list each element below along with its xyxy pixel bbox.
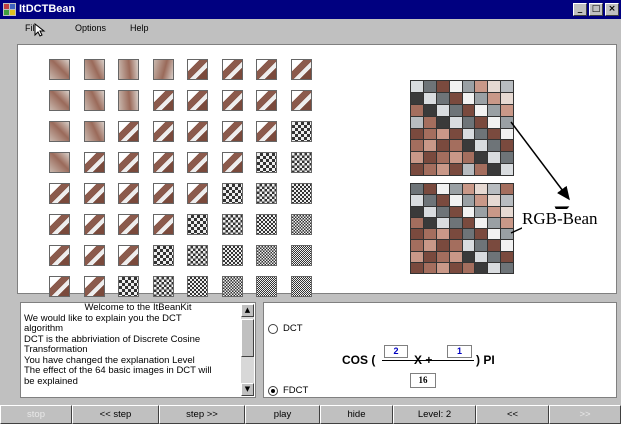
explanation-line: The effect of the 64 basic images in DCT… — [24, 365, 212, 376]
radio-dct-label: DCT — [283, 323, 303, 334]
play-button[interactable]: play — [245, 405, 320, 424]
menu-bar: File Options Help — [0, 19, 621, 37]
cos-label: COS ( — [342, 353, 376, 367]
menu-help[interactable]: Help — [130, 23, 149, 34]
close-button[interactable]: × — [605, 3, 619, 16]
explanation-textarea[interactable]: Welcome to the ItBeanKit We would like t… — [20, 302, 256, 398]
stop-button[interactable]: stop — [0, 405, 72, 424]
control-toolbar: stop << step step >> play hide Level: 2 … — [0, 405, 621, 424]
numerator-a-input[interactable]: 2 — [384, 345, 408, 358]
pi-label: ) PI — [476, 353, 495, 367]
window-title: ItDCTBean — [19, 3, 76, 15]
minimize-button[interactable]: _ — [573, 3, 587, 16]
explanation-line: be explained — [24, 375, 78, 387]
transform-panel: DCT FDCT COS ( 2 X + 1 ) PI 16 — [263, 302, 617, 398]
numerator-b-input[interactable]: 1 — [447, 345, 472, 358]
explanation-line: Transformation — [24, 344, 88, 355]
step-back-button[interactable]: << step — [72, 405, 159, 424]
scroll-down-icon[interactable]: ▼ — [241, 383, 254, 396]
step-forward-button[interactable]: step >> — [159, 405, 245, 424]
radio-fdct-circle[interactable] — [268, 385, 278, 396]
rgb-bean-label: RGB-Bean — [522, 209, 598, 229]
menu-options[interactable]: Options — [75, 23, 106, 34]
radio-fdct-label: FDCT — [283, 385, 309, 396]
vertical-scrollbar[interactable]: ▲ ▼ — [241, 304, 254, 396]
radio-dct[interactable]: DCT — [268, 323, 303, 334]
explanation-line: algorithm — [24, 323, 64, 334]
app-icon — [3, 3, 16, 16]
next-level-button[interactable]: >> — [549, 405, 621, 424]
hide-button[interactable]: hide — [320, 405, 393, 424]
radio-fdct[interactable]: FDCT — [268, 385, 308, 396]
scroll-up-icon[interactable]: ▲ — [241, 304, 254, 317]
fraction-bar — [382, 360, 474, 361]
title-bar[interactable]: ItDCTBean _ □ × — [0, 0, 621, 19]
level-button[interactable]: Level: 2 — [393, 405, 476, 424]
previous-level-button[interactable]: << — [476, 405, 549, 424]
scroll-thumb[interactable] — [241, 319, 254, 357]
mouse-pointer-icon — [34, 23, 46, 37]
radio-dct-circle[interactable] — [268, 323, 278, 334]
basis-image-canvas — [17, 44, 617, 297]
denominator-box: 16 — [410, 373, 436, 388]
maximize-button[interactable]: □ — [589, 3, 603, 16]
app-window: ItDCTBean _ □ × File Options Help RGB-Be… — [0, 0, 621, 424]
callout-arrows — [510, 121, 570, 234]
explanation-heading: Welcome to the ItBeanKit — [84, 302, 192, 313]
